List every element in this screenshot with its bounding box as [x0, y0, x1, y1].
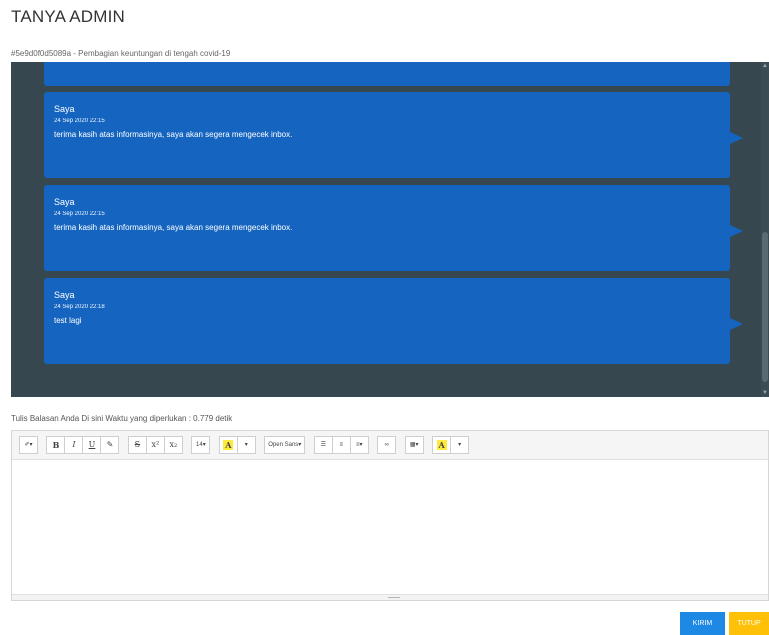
message-sender: Saya: [54, 197, 75, 207]
message-sender: Saya: [54, 290, 75, 300]
message-text: terima kasih atas informasinya, saya aka…: [54, 130, 293, 139]
highlight-icon: A: [436, 440, 447, 450]
message-time: 24 Sep 2020 22:15: [54, 211, 105, 217]
message-text: test lagi: [54, 316, 82, 325]
highlight-dropdown[interactable]: ▾: [450, 436, 470, 454]
scroll-up-icon[interactable]: ▲: [762, 63, 768, 69]
resize-grip-icon: [388, 597, 400, 598]
font-color-dropdown[interactable]: ▾: [236, 436, 256, 454]
font-size-dropdown[interactable]: 14▾: [191, 436, 211, 454]
eraser-icon[interactable]: ✎: [100, 436, 120, 454]
message-bubble-partial: [44, 62, 730, 86]
editor-resize-handle[interactable]: [12, 594, 768, 600]
font-color-icon: A: [223, 440, 234, 450]
message-time: 24 Sep 2020 22:15: [54, 118, 105, 124]
bullet-list-icon[interactable]: ☰: [313, 436, 333, 454]
scroll-thumb[interactable]: [762, 232, 768, 382]
editor-content-area[interactable]: [12, 460, 768, 600]
numbered-list-icon[interactable]: ≡: [331, 436, 351, 454]
table-dropdown[interactable]: ▦▾: [404, 436, 424, 454]
strikethrough-button[interactable]: S: [127, 436, 147, 454]
superscript-button[interactable]: x²: [145, 436, 165, 454]
message-sender: Saya: [54, 104, 75, 114]
reply-label: Tulis Balasan Anda Di sini Waktu yang di…: [11, 414, 233, 423]
italic-button[interactable]: I: [64, 436, 84, 454]
bold-button[interactable]: B: [46, 436, 66, 454]
subscript-button[interactable]: x₂: [163, 436, 183, 454]
chat-panel[interactable]: Saya 24 Sep 2020 22:15 terima kasih atas…: [11, 62, 769, 397]
send-button[interactable]: KIRIM: [680, 612, 725, 635]
font-name-dropdown[interactable]: Open Sans▾: [264, 436, 306, 454]
page-title: TANYA ADMIN: [11, 7, 125, 26]
message-text: terima kasih atas informasinya, saya aka…: [54, 223, 293, 232]
font-color-button[interactable]: A: [218, 436, 238, 454]
paragraph-dropdown[interactable]: ≡▾: [349, 436, 369, 454]
style-button[interactable]: ✐▾: [19, 436, 38, 454]
link-icon[interactable]: ∞: [377, 436, 397, 454]
underline-button[interactable]: U: [82, 436, 102, 454]
message-time: 24 Sep 2020 22:18: [54, 304, 105, 310]
message-bubble: Saya 24 Sep 2020 22:18 test lagi: [44, 278, 743, 364]
highlight-button[interactable]: A: [432, 436, 452, 454]
chat-scrollbar[interactable]: ▲ ▼: [761, 62, 769, 397]
message-bubble: Saya 24 Sep 2020 22:15 terima kasih atas…: [44, 92, 743, 178]
rich-text-editor[interactable]: ✐▾ B I U ✎ Sx² x₂ 14▾ A ▾ Open Sans▾ ☰ ≡ ≡▾ ∞ ▦…: [11, 430, 769, 601]
editor-toolbar: ✐▾ B I U ✎ Sx² x₂ 14▾ A ▾ Open Sans▾ ☰ ≡ ≡▾ ∞ ▦…: [12, 431, 768, 460]
message-bubble: Saya 24 Sep 2020 22:15 terima kasih atas…: [44, 185, 743, 271]
ticket-subtitle: #5e9d0f0d5089a - Pembagian keuntungan di…: [11, 49, 231, 58]
close-button[interactable]: TUTUP: [729, 612, 769, 635]
scroll-down-icon[interactable]: ▼: [762, 390, 768, 396]
